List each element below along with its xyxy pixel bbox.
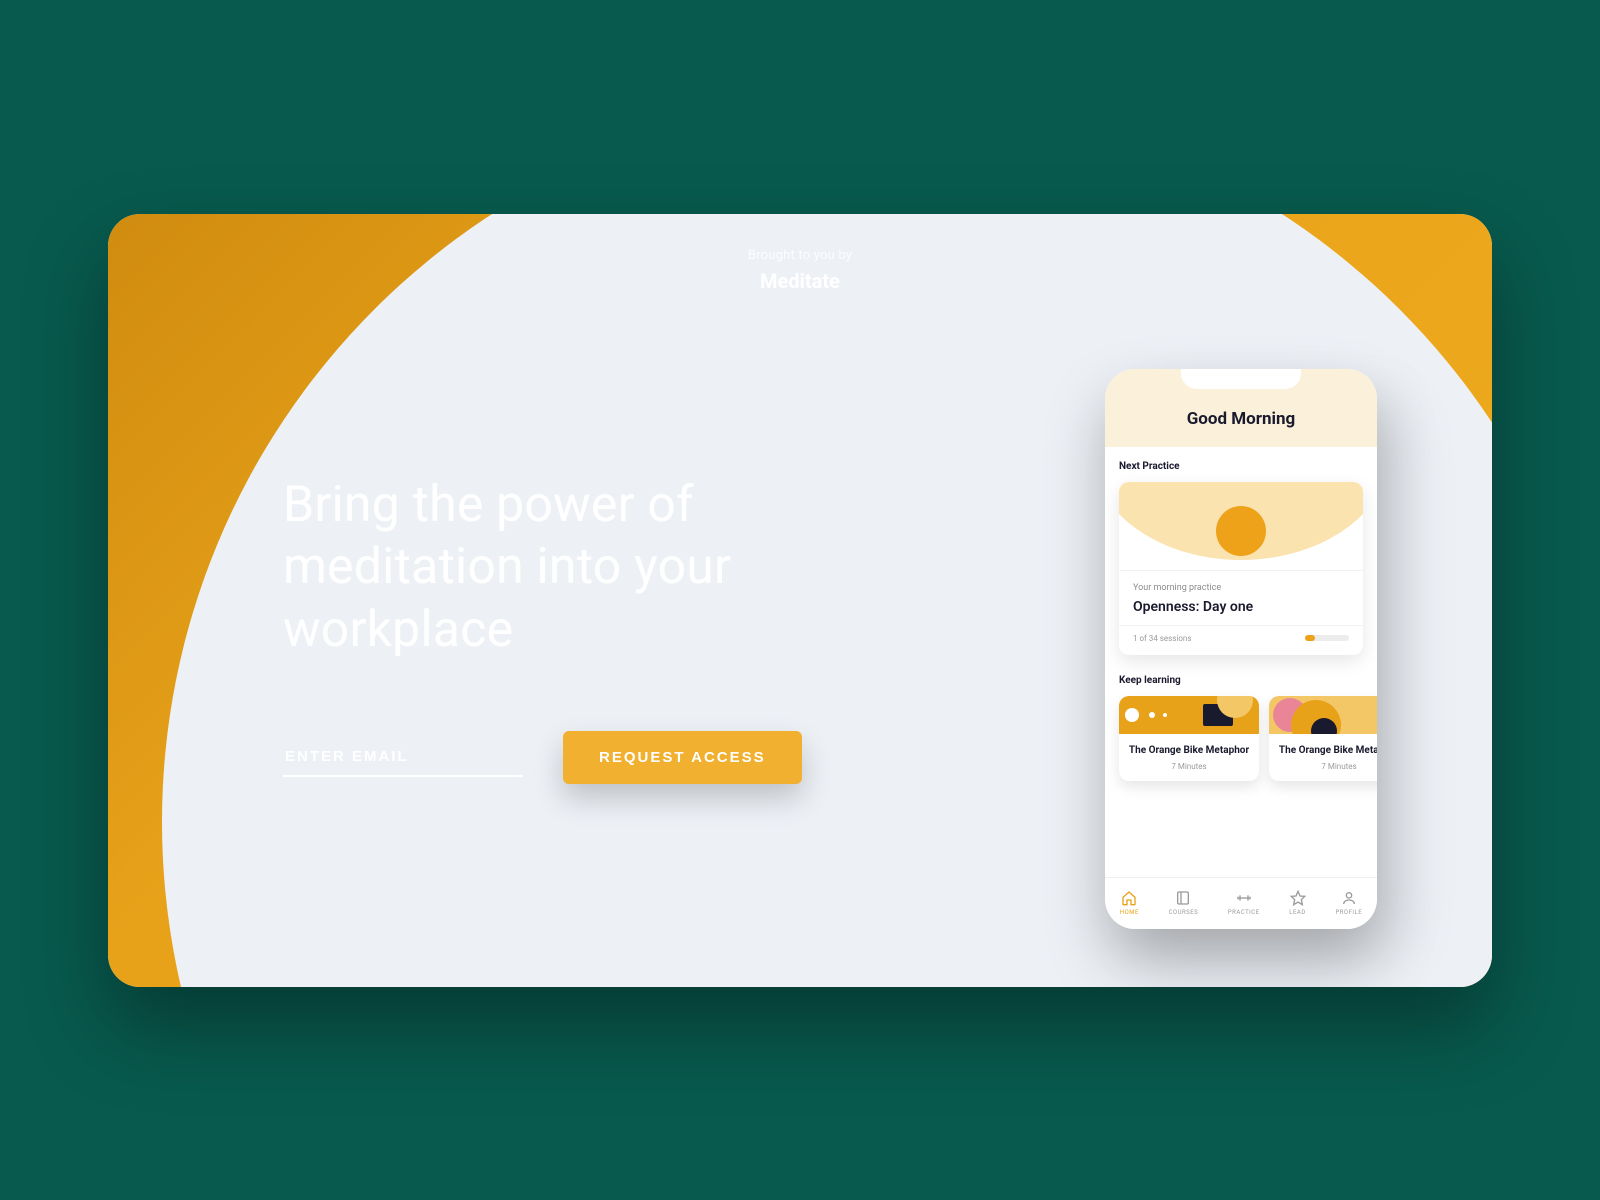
tab-label: HOME xyxy=(1120,909,1139,916)
phone-body: Next Practice Your morning practice Open… xyxy=(1105,447,1377,781)
practice-subtitle: Your morning practice xyxy=(1133,583,1349,593)
tab-home[interactable]: HOME xyxy=(1120,890,1139,916)
email-input[interactable] xyxy=(283,738,523,777)
practice-card[interactable]: Your morning practice Openness: Day one … xyxy=(1119,482,1363,655)
next-practice-label: Next Practice xyxy=(1119,461,1363,472)
tab-label: PROFILE xyxy=(1335,909,1362,916)
learn-art-2 xyxy=(1269,696,1377,734)
tab-lead[interactable]: LEAD xyxy=(1289,890,1306,916)
signup-form: REQUEST ACCESS xyxy=(283,731,843,784)
learn-card[interactable]: The Orange Bike Metaphor 7 Minutes xyxy=(1269,696,1377,781)
hero: Bring the power of meditation into your … xyxy=(283,474,843,785)
phone-notch xyxy=(1181,369,1301,389)
practice-title: Openness: Day one xyxy=(1133,599,1349,615)
headline: Bring the power of meditation into your … xyxy=(283,474,843,662)
tagline: Brought to you by xyxy=(108,248,1492,263)
brand-name: Meditate xyxy=(108,269,1492,293)
greeting: Good Morning xyxy=(1187,409,1296,429)
learn-card[interactable]: The Orange Bike Metaphor 7 Minutes xyxy=(1119,696,1259,781)
tab-courses[interactable]: COURSES xyxy=(1169,890,1199,916)
request-access-button[interactable]: REQUEST ACCESS xyxy=(563,731,802,784)
phone-mockup: Good Morning Next Practice Your morning … xyxy=(1105,369,1377,929)
learn-row: The Orange Bike Metaphor 7 Minutes The O… xyxy=(1119,696,1363,781)
tab-label: PRACTICE xyxy=(1228,909,1260,916)
book-icon xyxy=(1175,890,1191,906)
learn-title: The Orange Bike Metaphor xyxy=(1127,744,1251,757)
tab-label: COURSES xyxy=(1169,909,1199,916)
dumbbell-icon xyxy=(1236,890,1252,906)
learn-duration: 7 Minutes xyxy=(1277,762,1377,771)
learn-info: The Orange Bike Metaphor 7 Minutes xyxy=(1119,734,1259,781)
sessions-count: 1 of 34 sessions xyxy=(1133,634,1191,643)
tab-practice[interactable]: PRACTICE xyxy=(1228,890,1260,916)
sun-icon xyxy=(1216,506,1266,556)
practice-art xyxy=(1119,482,1363,570)
learn-info: The Orange Bike Metaphor 7 Minutes xyxy=(1269,734,1377,781)
keep-learning-label: Keep learning xyxy=(1119,675,1363,686)
practice-footer: 1 of 34 sessions xyxy=(1119,625,1363,655)
tabbar: HOME COURSES PRACTICE LEAD PROFILE xyxy=(1105,877,1377,929)
user-icon xyxy=(1341,890,1357,906)
star-icon xyxy=(1290,890,1306,906)
tab-profile[interactable]: PROFILE xyxy=(1335,890,1362,916)
practice-info: Your morning practice Openness: Day one xyxy=(1119,570,1363,625)
learn-art-1 xyxy=(1119,696,1259,734)
header: Brought to you by Meditate xyxy=(108,248,1492,293)
tab-label: LEAD xyxy=(1289,909,1306,916)
landing-card: Brought to you by Meditate Bring the pow… xyxy=(108,214,1492,987)
learn-duration: 7 Minutes xyxy=(1127,762,1251,771)
home-icon xyxy=(1121,890,1137,906)
progress-bar xyxy=(1305,635,1349,641)
learn-title: The Orange Bike Metaphor xyxy=(1277,744,1377,757)
